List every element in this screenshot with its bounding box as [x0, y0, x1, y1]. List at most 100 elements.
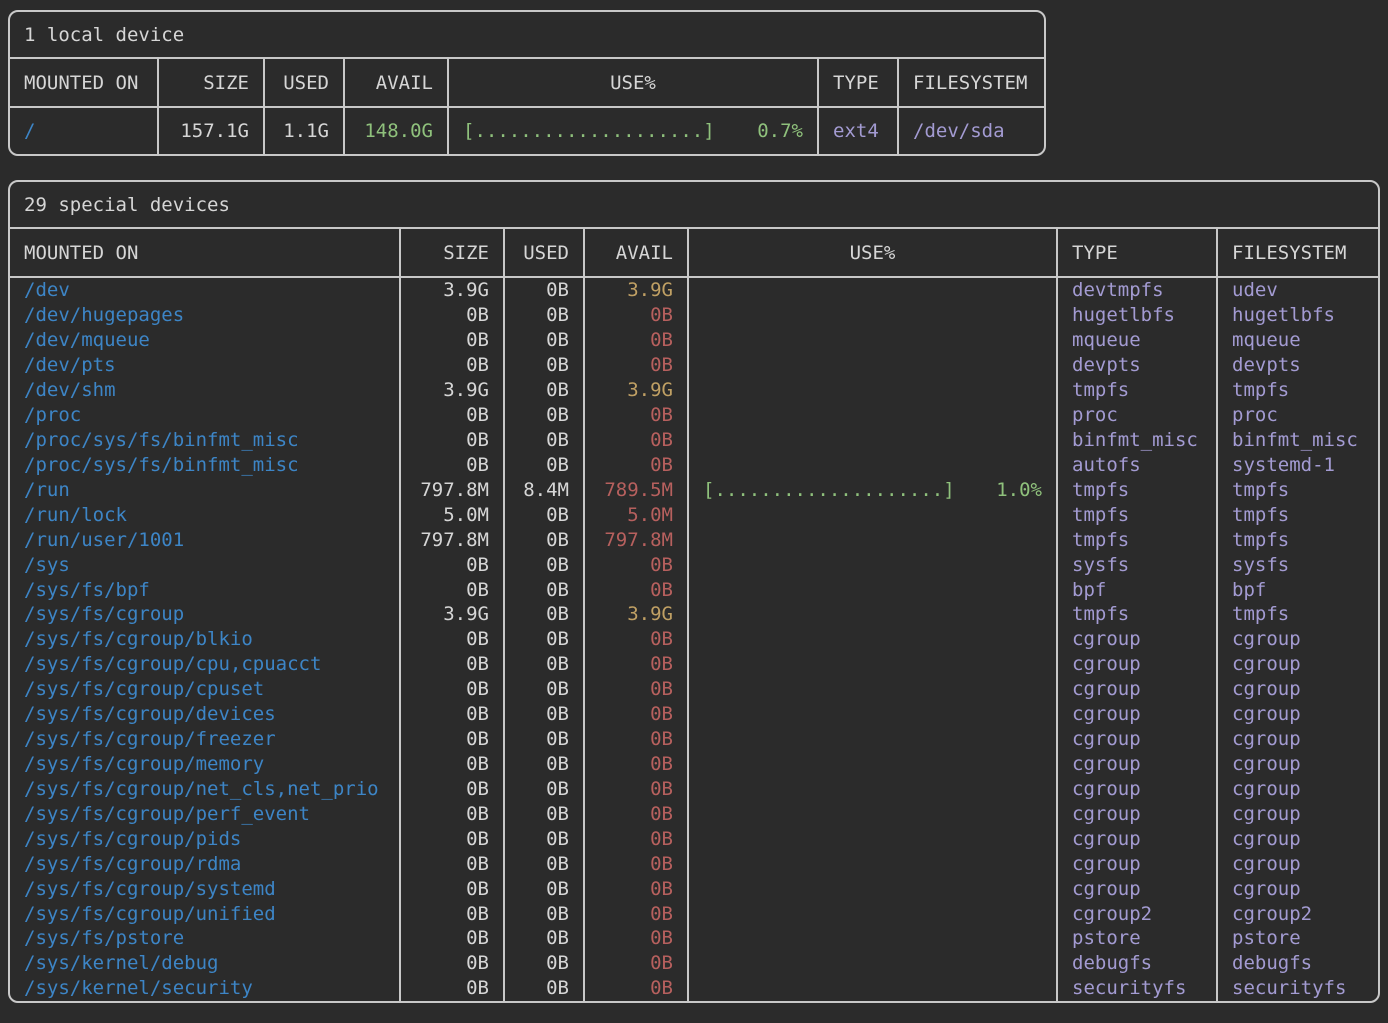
mount-point: /dev/hugepages — [10, 303, 399, 328]
use-percent-cell — [687, 851, 1056, 876]
fs-type: debugfs — [1056, 951, 1216, 976]
use-percent-cell — [687, 527, 1056, 552]
use-percent-cell — [687, 552, 1056, 577]
size-value: 0B — [399, 727, 503, 752]
table-row: /sys/kernel/debug0B0B0Bdebugfsdebugfs — [10, 951, 1378, 976]
special-table-body: /dev3.9G0B3.9Gdevtmpfsudev/dev/hugepages… — [10, 278, 1378, 1001]
table-row: /sys/kernel/security0B0B0Bsecurityfssecu… — [10, 976, 1378, 1001]
used-value: 1.1G — [263, 108, 343, 154]
size-value: 0B — [399, 752, 503, 777]
local-table-body: /157.1G1.1G148.0G[....................]0… — [10, 108, 1044, 154]
use-percent-cell — [687, 951, 1056, 976]
filesystem-value: cgroup — [1216, 851, 1378, 876]
fs-type: bpf — [1056, 577, 1216, 602]
column-header-avail: AVAIL — [583, 229, 687, 276]
mount-point: /proc/sys/fs/binfmt_misc — [10, 452, 399, 477]
size-value: 0B — [399, 901, 503, 926]
fs-type: mqueue — [1056, 328, 1216, 353]
table-row: /dev3.9G0B3.9Gdevtmpfsudev — [10, 278, 1378, 303]
mount-point: /sys/fs/cgroup/devices — [10, 702, 399, 727]
size-value: 0B — [399, 951, 503, 976]
table-row: /proc/sys/fs/binfmt_misc0B0B0Bautofssyst… — [10, 452, 1378, 477]
used-value: 0B — [503, 452, 583, 477]
table-row: /run/user/1001797.8M0B797.8Mtmpfstmpfs — [10, 527, 1378, 552]
used-value: 0B — [503, 403, 583, 428]
table-row: /proc0B0B0Bprocproc — [10, 403, 1378, 428]
filesystem-value: cgroup — [1216, 652, 1378, 677]
use-percent-cell — [687, 502, 1056, 527]
mount-point: /dev/pts — [10, 353, 399, 378]
avail-value: 0B — [583, 801, 687, 826]
avail-value: 0B — [583, 428, 687, 453]
filesystem-value: binfmt_misc — [1216, 428, 1378, 453]
avail-value: 0B — [583, 328, 687, 353]
table-row: /run797.8M8.4M789.5M[...................… — [10, 477, 1378, 502]
filesystem-value: proc — [1216, 403, 1378, 428]
avail-value: 0B — [583, 727, 687, 752]
used-value: 0B — [503, 976, 583, 1001]
table-row: /dev/pts0B0B0Bdevptsdevpts — [10, 353, 1378, 378]
mount-point: /proc/sys/fs/binfmt_misc — [10, 428, 399, 453]
filesystem-value: sysfs — [1216, 552, 1378, 577]
use-percent-cell — [687, 801, 1056, 826]
use-percent-cell: [....................]0.7% — [447, 108, 817, 154]
fs-type: cgroup — [1056, 801, 1216, 826]
table-row: /sys/fs/cgroup/pids0B0B0Bcgroupcgroup — [10, 826, 1378, 851]
fs-type: tmpfs — [1056, 502, 1216, 527]
use-percent-cell — [687, 826, 1056, 851]
filesystem-value: tmpfs — [1216, 378, 1378, 403]
usage-bar: [....................] — [703, 479, 955, 501]
filesystem-value: cgroup — [1216, 677, 1378, 702]
size-value: 797.8M — [399, 477, 503, 502]
table-row: /sys/fs/cgroup/net_cls,net_prio0B0B0Bcgr… — [10, 776, 1378, 801]
avail-value: 0B — [583, 851, 687, 876]
used-value: 0B — [503, 552, 583, 577]
use-percent-cell — [687, 602, 1056, 627]
mount-point: /dev/shm — [10, 378, 399, 403]
column-header-mounted-on: MOUNTED ON — [10, 229, 399, 276]
usage-bar: [....................] — [463, 120, 715, 142]
used-value: 0B — [503, 901, 583, 926]
avail-value: 3.9G — [583, 278, 687, 303]
used-value: 0B — [503, 502, 583, 527]
table-row: /sys/fs/cgroup/rdma0B0B0Bcgroupcgroup — [10, 851, 1378, 876]
mount-point: /sys/fs/pstore — [10, 926, 399, 951]
use-percent-cell — [687, 901, 1056, 926]
mount-point: /sys/fs/cgroup/memory — [10, 752, 399, 777]
use-percent-cell — [687, 577, 1056, 602]
avail-value: 0B — [583, 552, 687, 577]
size-value: 0B — [399, 353, 503, 378]
table-row: /sys/fs/cgroup/unified0B0B0Bcgroup2cgrou… — [10, 901, 1378, 926]
local-devices-table: 1 local device MOUNTED ONSIZEUSEDAVAILUS… — [8, 10, 1046, 156]
used-value: 0B — [503, 303, 583, 328]
use-percent-cell — [687, 452, 1056, 477]
filesystem-value: securityfs — [1216, 976, 1378, 1001]
use-percent-cell — [687, 926, 1056, 951]
special-table-header: MOUNTED ONSIZEUSEDAVAILUSE%TYPEFILESYSTE… — [10, 229, 1378, 278]
table-row: /sys/fs/cgroup/freezer0B0B0Bcgroupcgroup — [10, 727, 1378, 752]
avail-value: 3.9G — [583, 378, 687, 403]
table-row: /dev/mqueue0B0B0Bmqueuemqueue — [10, 328, 1378, 353]
fs-type: devpts — [1056, 353, 1216, 378]
size-value: 0B — [399, 677, 503, 702]
table-row: /sys/fs/cgroup/memory0B0B0Bcgroupcgroup — [10, 752, 1378, 777]
size-value: 5.0M — [399, 502, 503, 527]
fs-type: cgroup — [1056, 851, 1216, 876]
avail-value: 148.0G — [343, 108, 447, 154]
size-value: 3.9G — [399, 278, 503, 303]
mount-point: /run/user/1001 — [10, 527, 399, 552]
size-value: 3.9G — [399, 378, 503, 403]
column-header-use-percent: USE% — [447, 59, 817, 106]
table-row: /157.1G1.1G148.0G[....................]0… — [10, 108, 1044, 154]
fs-type: tmpfs — [1056, 477, 1216, 502]
avail-value: 0B — [583, 876, 687, 901]
use-percent-cell — [687, 752, 1056, 777]
size-value: 0B — [399, 303, 503, 328]
size-value: 0B — [399, 976, 503, 1001]
filesystem-value: devpts — [1216, 353, 1378, 378]
table-row: /sys/fs/cgroup/cpuset0B0B0Bcgroupcgroup — [10, 677, 1378, 702]
size-value: 157.1G — [157, 108, 263, 154]
avail-value: 5.0M — [583, 502, 687, 527]
fs-type: cgroup — [1056, 627, 1216, 652]
terminal-screen: 1 local device MOUNTED ONSIZEUSEDAVAILUS… — [0, 0, 1388, 1023]
